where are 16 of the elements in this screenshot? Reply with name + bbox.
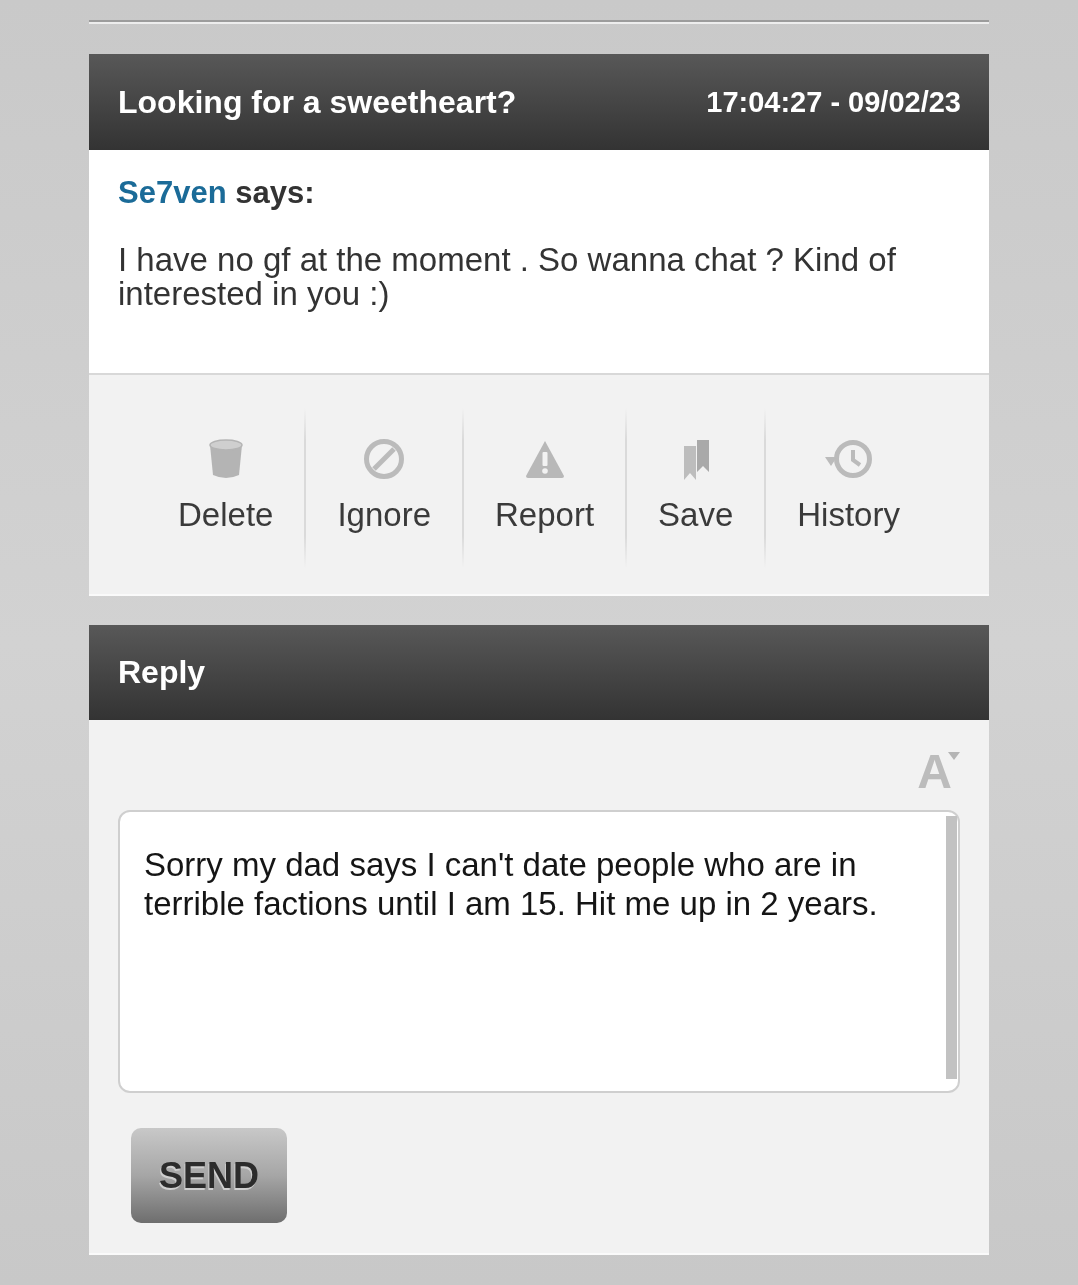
message-text: I have no gf at the moment . So wanna chat ? Kind of interested in you :) — [118, 243, 897, 311]
send-button[interactable]: SEND — [131, 1128, 287, 1223]
author-link[interactable]: Se7ven — [118, 175, 227, 210]
delete-button[interactable]: Delete — [147, 408, 305, 568]
message-title: Looking for a sweetheart? — [118, 83, 517, 121]
history-button[interactable]: History — [766, 408, 931, 568]
save-button[interactable]: Save — [627, 408, 765, 568]
history-icon — [822, 438, 875, 480]
prohibited-icon — [363, 438, 406, 480]
message-timestamp: 17:04:27 - 09/02/23 — [706, 85, 961, 119]
author-line: Se7ven says: — [118, 175, 316, 211]
report-button[interactable]: Report — [464, 408, 626, 568]
reply-field[interactable]: Sorry my dad says I can't date people who are in terrible factions until I am 15. Hit me up in 2 years. — [118, 810, 960, 1093]
scrollbar-thumb[interactable] — [946, 816, 957, 1079]
ignore-button[interactable]: Ignore — [306, 408, 462, 568]
reply-title: Reply — [118, 654, 206, 691]
